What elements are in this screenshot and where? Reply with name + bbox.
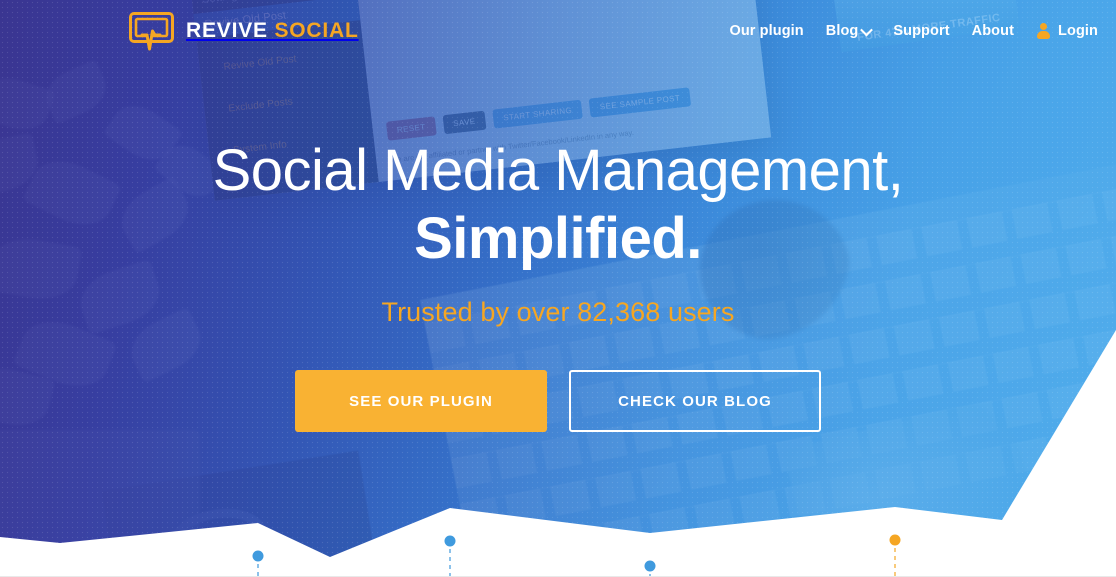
site-header: REVIVE SOCIAL Our plugin Blog Support Ab… bbox=[0, 0, 1116, 62]
user-icon bbox=[1036, 23, 1051, 39]
nav-item-login[interactable]: Login bbox=[1036, 23, 1098, 39]
chart-dot bbox=[252, 550, 264, 562]
logo[interactable]: REVIVE SOCIAL bbox=[128, 11, 359, 51]
logo-text-social: SOCIAL bbox=[274, 19, 359, 42]
chart-dot bbox=[889, 534, 901, 546]
bottom-chart-decoration bbox=[0, 467, 1116, 577]
chart-svg bbox=[0, 507, 1116, 577]
speech-screen-icon bbox=[128, 11, 175, 51]
nav-item-our-plugin[interactable]: Our plugin bbox=[729, 23, 803, 39]
hero-copy: Social Media Management, Simplified. Tru… bbox=[0, 138, 1116, 433]
chart-dot bbox=[444, 535, 456, 547]
chart-dot bbox=[644, 560, 656, 572]
see-our-plugin-button[interactable]: SEE OUR PLUGIN bbox=[295, 370, 547, 433]
page-title-line1: Social Media Management, bbox=[212, 138, 904, 203]
hero-section: Plugins Users Tools Settings Revive Old … bbox=[0, 0, 1116, 577]
hero-cta-group: SEE OUR PLUGIN CHECK OUR BLOG bbox=[0, 370, 1116, 433]
check-our-blog-button[interactable]: CHECK OUR BLOG bbox=[569, 370, 821, 433]
logo-text-revive: REVIVE bbox=[186, 19, 268, 42]
page-title-line2: Simplified. bbox=[414, 205, 702, 271]
hero-subheadline: Trusted by over 82,368 users bbox=[381, 297, 735, 328]
chevron-down-icon[interactable] bbox=[860, 23, 874, 36]
login-label: Login bbox=[1058, 23, 1098, 39]
nav-item-blog-group: Blog bbox=[826, 23, 874, 39]
nav-item-support[interactable]: Support bbox=[893, 23, 949, 39]
logo-text: REVIVE SOCIAL bbox=[186, 19, 359, 43]
nav-item-about[interactable]: About bbox=[972, 23, 1014, 39]
main-navigation: Our plugin Blog Support About Login bbox=[729, 23, 1098, 39]
chart-area-path bbox=[0, 507, 1116, 577]
nav-item-blog[interactable]: Blog bbox=[826, 23, 859, 39]
